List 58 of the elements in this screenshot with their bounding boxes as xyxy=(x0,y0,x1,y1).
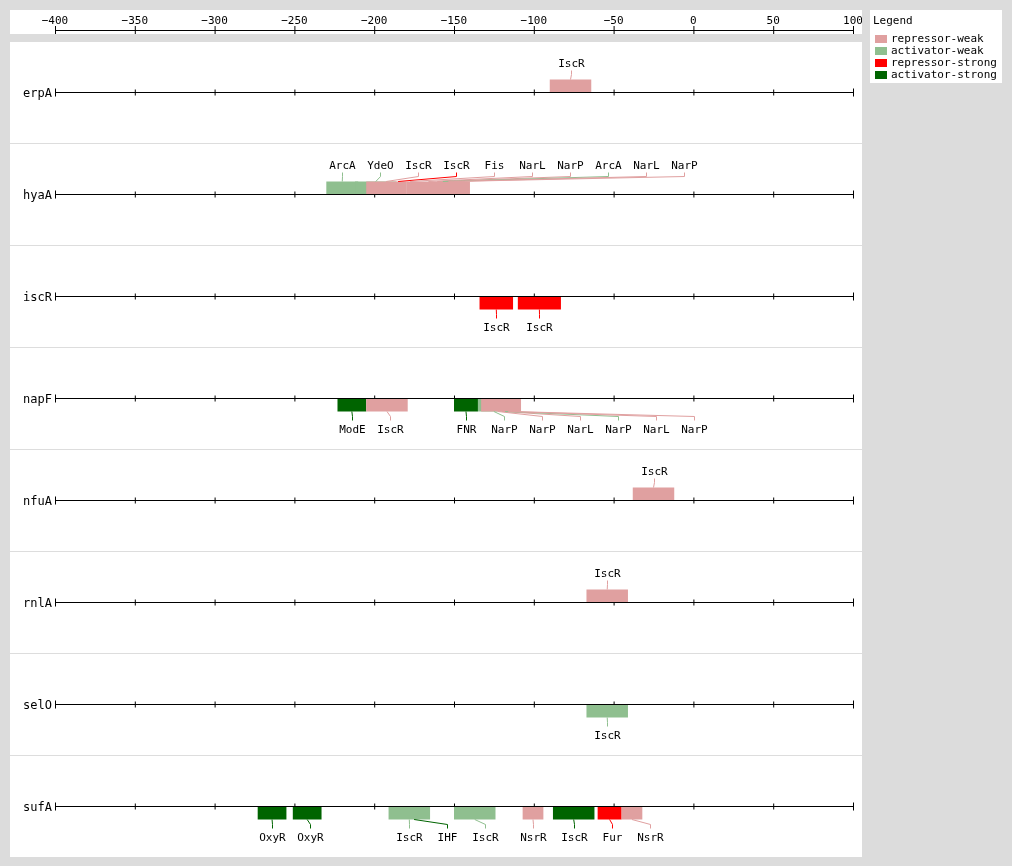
legend-label: activator-strong xyxy=(891,69,997,81)
site-label: OxyR xyxy=(297,830,324,844)
site-label: Fis xyxy=(484,158,505,172)
gene-name: hyaA xyxy=(23,187,52,202)
gene-name: napF xyxy=(23,391,52,406)
site-label: ArcA xyxy=(329,158,356,172)
legend-label: repressor-strong xyxy=(891,57,997,69)
site-label: IscR xyxy=(443,158,470,172)
legend-title: Legend xyxy=(873,14,914,27)
tick-label: −200 xyxy=(360,14,388,27)
site-label: IscR xyxy=(483,320,510,334)
site-label: NarP xyxy=(491,422,518,436)
site-label: IscR xyxy=(526,320,553,334)
site-label: NarP xyxy=(557,158,584,172)
tick-label: −150 xyxy=(440,14,468,27)
site-label: IscR xyxy=(594,566,621,580)
site-label: IscR xyxy=(396,830,423,844)
gene-name: rnlA xyxy=(23,595,52,610)
tick-label: −350 xyxy=(121,14,149,27)
tick-label: −300 xyxy=(201,14,228,27)
site-label: OxyR xyxy=(259,830,286,844)
gene-name: selO xyxy=(23,697,52,712)
site-label: IscR xyxy=(377,422,404,436)
gene-name: sufA xyxy=(23,799,52,814)
site-label: FNR xyxy=(456,422,477,436)
legend-label: repressor-weak xyxy=(891,33,984,45)
tick-label: 0 xyxy=(690,14,697,27)
gene-name: nfuA xyxy=(23,493,52,508)
site-label: IscR xyxy=(558,56,585,70)
site-label: IscR xyxy=(641,464,668,478)
site-label: NarP xyxy=(681,422,708,436)
site-label: NarP xyxy=(529,422,556,436)
site-label: IscR xyxy=(472,830,499,844)
tick-label: 100 xyxy=(843,14,862,27)
gene-name: iscR xyxy=(23,289,52,304)
site-label: NsrR xyxy=(637,830,664,844)
tick-label: −100 xyxy=(520,14,548,27)
site-label: IscR xyxy=(561,830,588,844)
site-label: IscR xyxy=(594,728,621,742)
site-label: YdeO xyxy=(367,158,394,172)
site-label: NarL xyxy=(567,422,594,436)
gene-name: erpA xyxy=(23,85,52,100)
site-label: NarL xyxy=(519,158,546,172)
site-label: NarL xyxy=(643,422,670,436)
site-label: NarP xyxy=(605,422,632,436)
site-label: NarL xyxy=(633,158,660,172)
tick-label: −400 xyxy=(41,14,69,27)
site-label: IHF xyxy=(437,830,458,844)
site-label: ModE xyxy=(339,422,366,436)
legend-label: activator-weak xyxy=(891,45,984,57)
tick-label: 50 xyxy=(766,14,780,27)
tick-label: −50 xyxy=(603,14,624,27)
site-label: IscR xyxy=(405,158,432,172)
site-label: ArcA xyxy=(595,158,622,172)
tick-label: −250 xyxy=(281,14,308,27)
site-label: Fur xyxy=(602,830,623,844)
site-label: NarP xyxy=(671,158,698,172)
site-label: NsrR xyxy=(520,830,547,844)
